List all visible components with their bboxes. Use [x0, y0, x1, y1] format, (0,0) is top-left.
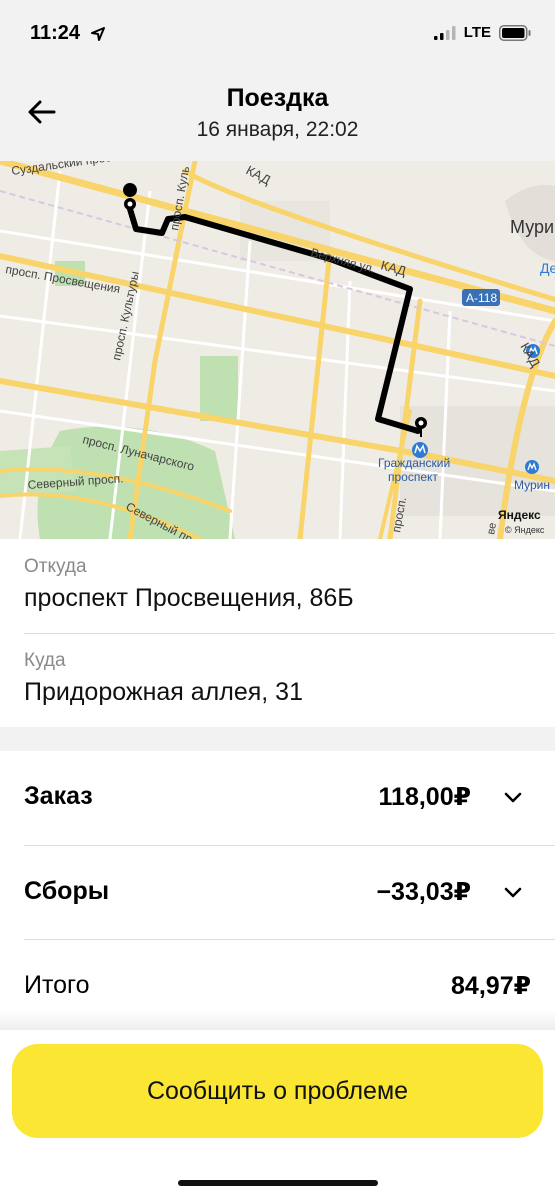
from-section: Откуда проспект Просвещения, 86Б [24, 556, 534, 613]
map-label-grazhdansky-2: проспект [388, 470, 438, 484]
route-map[interactable]: Суздальский просп. просп. Куль КАД КАД К… [0, 161, 555, 539]
header: Поездка 16 января, 22:02 [0, 66, 555, 161]
report-problem-button[interactable]: Сообщить о проблеме [12, 1044, 543, 1138]
metro-icon [525, 460, 539, 474]
total-label: Итого [24, 971, 90, 999]
battery-icon [499, 24, 531, 41]
map-label-murino: Мури [510, 217, 554, 237]
status-indicators: LTE [433, 24, 531, 41]
park [200, 356, 238, 421]
yandex-logo: Яндекс [498, 508, 541, 522]
from-address: проспект Просвещения, 86Б [24, 584, 354, 612]
divider [24, 633, 555, 634]
yandex-copyright: © Яндекс [505, 525, 545, 535]
signal-icon [433, 25, 456, 40]
to-section: Куда Придорожная аллея, 31 [24, 650, 534, 707]
trip-datetime: 16 января, 22:02 [196, 118, 359, 141]
order-value: 118,00₽ [378, 783, 471, 811]
status-bar: 11:24 LTE [0, 0, 555, 66]
home-indicator [178, 1180, 378, 1186]
section-gap [0, 727, 555, 751]
fees-label: Сборы [24, 877, 110, 905]
to-address: Придорожная аллея, 31 [24, 678, 303, 706]
page-title: Поездка [226, 84, 329, 112]
map-label-a118: А-118 [466, 291, 497, 305]
location-arrow-icon [91, 27, 105, 41]
status-time: 11:24 [30, 22, 81, 44]
chevron-down-icon[interactable] [503, 882, 523, 902]
to-label: Куда [24, 650, 66, 671]
fees-row[interactable]: Сборы −33,03₽ [0, 846, 555, 940]
map-label-grazhdansky-1: Гражданский [378, 456, 450, 470]
network-type: LTE [463, 24, 491, 41]
total-value: 84,97₽ [451, 972, 531, 1000]
chevron-down-icon[interactable] [503, 787, 523, 807]
map-canvas: Суздальский просп. просп. Куль КАД КАД К… [0, 161, 555, 539]
map-label-ve: ве [485, 522, 499, 536]
fees-value: −33,03₽ [376, 878, 471, 906]
order-label: Заказ [24, 782, 93, 810]
map-label-de: Де [540, 260, 555, 276]
order-row[interactable]: Заказ 118,00₽ [0, 751, 555, 845]
from-label: Откуда [24, 556, 87, 577]
map-label-murino-station: Мурин [514, 478, 550, 492]
